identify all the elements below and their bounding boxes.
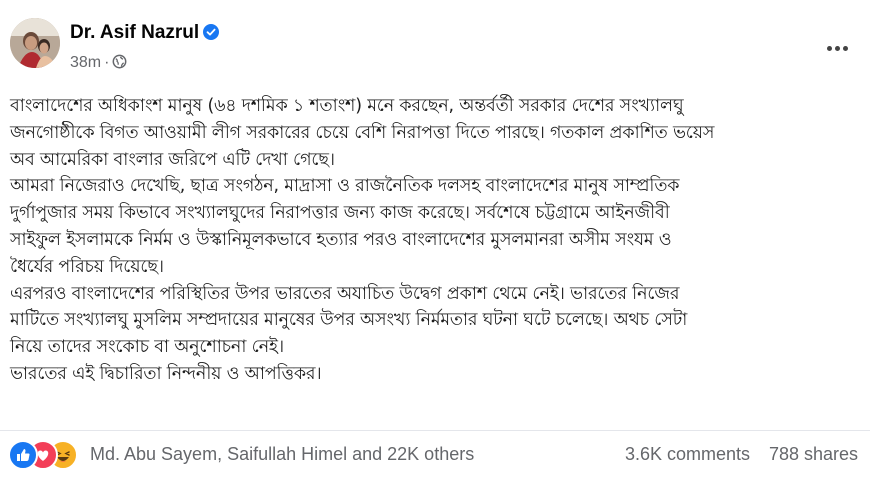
post-card: Dr. Asif Nazrul 38m · বাংলাদেশের অধিকাংশ … <box>0 0 870 483</box>
post-line: ভারতের এই দ্বিচারিতা নিন্দনীয় ও আপত্তিক… <box>10 363 322 384</box>
author-name-text[interactable]: Dr. Asif Nazrul <box>70 22 199 43</box>
author-avatar[interactable] <box>10 18 60 68</box>
post-meta: 38m · <box>70 54 127 74</box>
reaction-names[interactable]: Md. Abu Sayem, Saifullah Himel and 22K o… <box>90 444 474 465</box>
more-dot <box>826 45 832 51</box>
more-options-icon[interactable] <box>822 38 852 58</box>
post-line: সাইফুল ইসলামকে নির্মম ও উস্কানিমূলকভাবে … <box>10 229 672 250</box>
post-line: আমরা নিজেরাও দেখেছি, ছাত্র সংগঠন, মাদ্রা… <box>10 176 680 197</box>
shares-count[interactable]: 788 shares <box>769 444 858 465</box>
verified-badge-icon <box>203 24 220 46</box>
post-text: বাংলাদেশের অধিকাংশ মানুষ (৬৪ দশমিক ১ শতা… <box>10 93 862 388</box>
avatar-photo <box>10 18 60 68</box>
post-line: অব আমেরিকা বাংলার জরিপে এটি দেখা গেছে। <box>10 149 335 170</box>
more-dot <box>834 45 840 51</box>
post-line: দুর্গাপুজার সময় কিভাবে সংখ্যালঘুদের নির… <box>10 203 670 224</box>
post-time[interactable]: 38m <box>70 54 101 71</box>
footer-divider <box>0 430 870 431</box>
post-line: জনগোষ্ঠীকে বিগত আওয়ামী লীগ সরকারের চেয়… <box>10 122 715 143</box>
author-name[interactable]: Dr. Asif Nazrul <box>70 22 220 46</box>
post-line: বাংলাদেশের অধিকাংশ মানুষ (৬৪ দশমিক ১ শতা… <box>10 96 684 116</box>
post-line: মাটিতে সংখ্যালঘু মুসলিম সম্প্রদায়ের মান… <box>10 310 688 331</box>
like-icon[interactable] <box>8 440 38 470</box>
post-line: এরপরও বাংলাদেশের পরিস্থিতির উপর ভারতের অ… <box>10 283 680 304</box>
globe-icon[interactable] <box>112 54 127 74</box>
reactions-bar: Md. Abu Sayem, Saifullah Himel and 22K o… <box>8 440 860 470</box>
post-header: Dr. Asif Nazrul 38m · <box>10 18 860 82</box>
post-line: নিয়ে তাদের সংকোচ বা অনুশোচনা নেই। <box>10 337 284 358</box>
comments-count[interactable]: 3.6K comments <box>625 444 750 465</box>
post-line: ধৈর্যের পরিচয় দিয়েছে। <box>10 256 164 277</box>
reaction-icons[interactable] <box>8 440 88 470</box>
more-dot <box>842 45 848 51</box>
meta-separator: · <box>104 54 110 71</box>
